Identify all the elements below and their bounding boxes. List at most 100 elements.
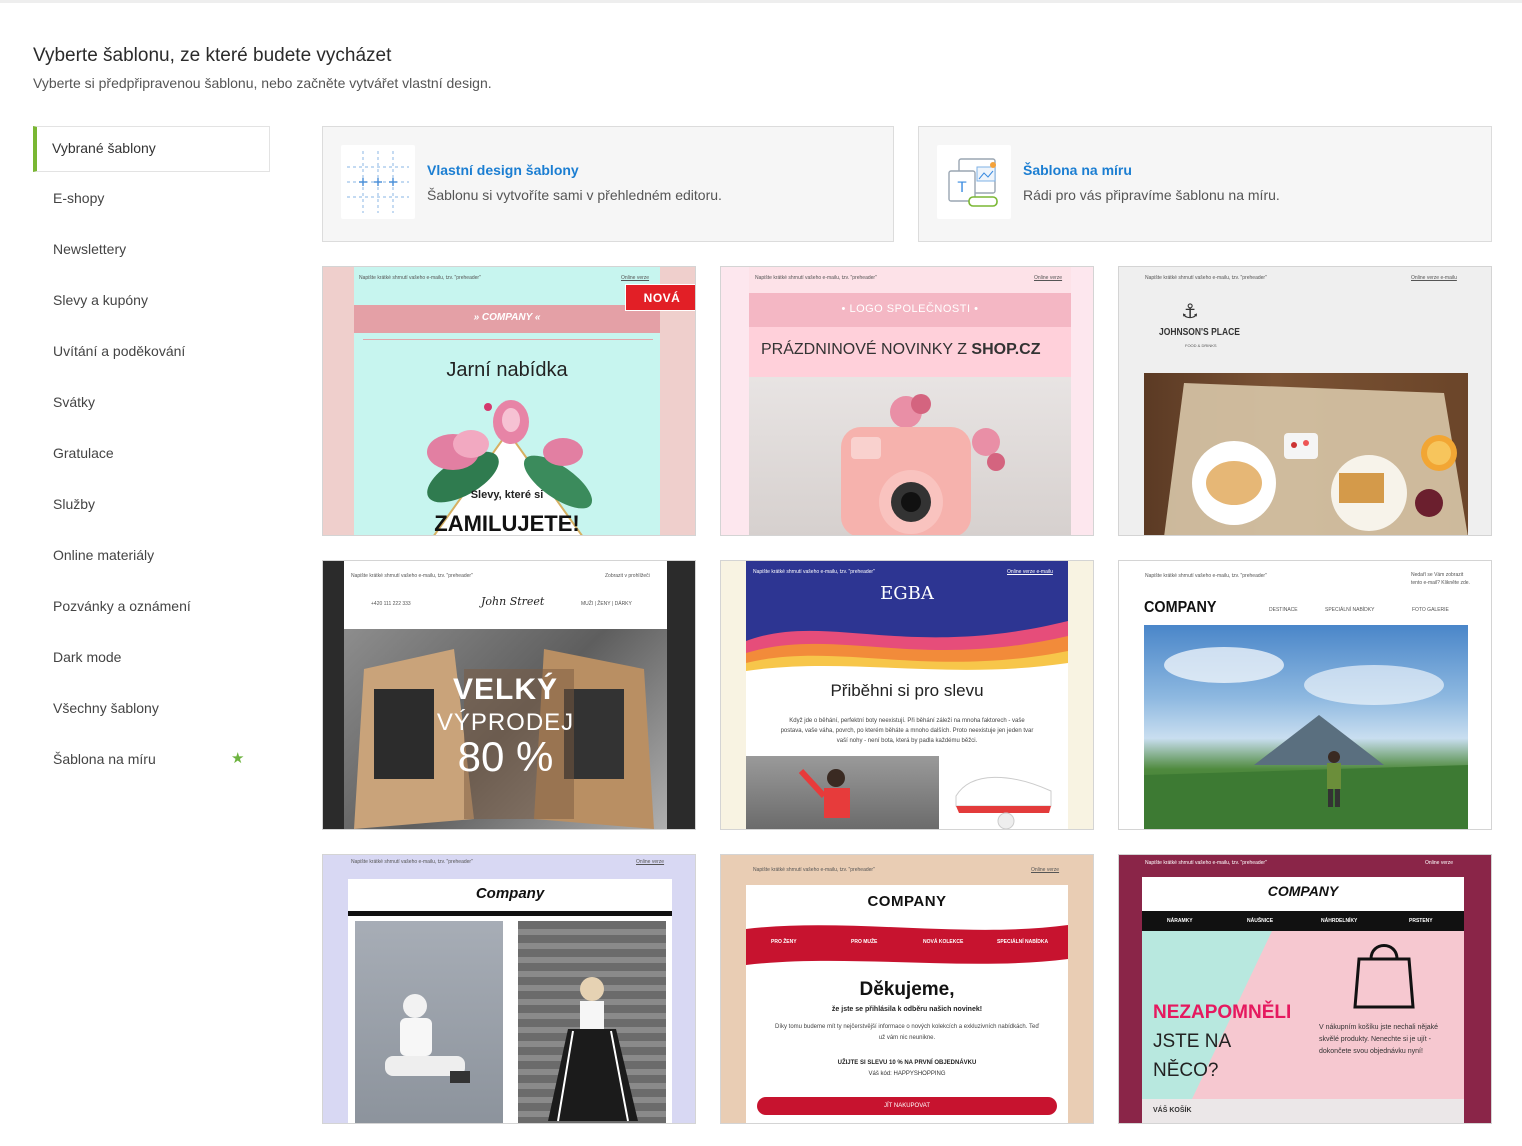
running-shoe-image [955, 776, 1052, 829]
sidebar-item-label: Svátky [53, 394, 96, 410]
cart-label: VÁŠ KOŠÍK [1153, 1107, 1192, 1114]
template-heading-line2: JSTE NA [1153, 1031, 1232, 1052]
template-heading: Přiběhni si pro slevu [830, 681, 984, 700]
nav-item-bracelets: NÁRAMKY [1167, 918, 1193, 924]
sidebar-item-sluzby[interactable]: Služby [33, 480, 270, 531]
preheader-text: Napište krátké shrnutí vašeho e-mailu, t… [755, 275, 877, 281]
sidebar-item-label: Šablona na míru [53, 751, 156, 767]
sidebar-item-label: Služby [53, 496, 96, 512]
page-title: Vyberte šablonu, ze které budete vycháze… [33, 45, 392, 66]
template-summer-news[interactable]: Napište krátké shrnutí vašeho e-mailu, t… [720, 266, 1094, 536]
category-sidebar: Vybrané šablony E-shopy Newslettery Slev… [33, 126, 270, 786]
sidebar-item-sablona-na-miru[interactable]: Šablona na míru ★ [33, 735, 270, 786]
online-version-link: Online verze [621, 275, 650, 281]
online-version-link: Online verze e-mailu [1411, 275, 1457, 281]
sidebar-item-label: Slevy a kupóny [53, 292, 148, 308]
template-logo: » COMPANY « [473, 312, 541, 323]
template-logo-sub: FOOD & DRINKS [1185, 343, 1217, 348]
preheader-text: Napište krátké shrnutí vašeho e-mailu, t… [1145, 275, 1267, 281]
sidebar-item-vsechny-sablony[interactable]: Všechny šablony [33, 684, 270, 735]
shop-now-button: JÍT NAKUPOVAT [757, 1097, 1057, 1115]
template-johnsons-place[interactable]: Napište krátké shrnutí vašeho e-mailu, t… [1118, 266, 1492, 536]
sidebar-item-gratulace[interactable]: Gratulace [33, 429, 270, 480]
template-logo: COMPANY [1267, 883, 1339, 899]
sidebar-item-label: E-shopy [53, 190, 105, 206]
sidebar-item-online-materialy[interactable]: Online materiály [33, 531, 270, 582]
grid-layout-icon [341, 145, 415, 219]
nav-item-rings: PRSTENY [1409, 918, 1433, 924]
template-logo: COMPANY [1144, 599, 1217, 616]
template-company-fashion[interactable]: Napište krátké shrnutí vašeho e-mailu, t… [322, 854, 696, 1124]
template-thank-you[interactable]: Napište krátké shrnutí vašeho e-mailu, t… [720, 854, 1094, 1124]
star-icon: ★ [231, 750, 245, 767]
sidebar-item-svatky[interactable]: Svátky [33, 378, 270, 429]
top-divider [0, 0, 1522, 3]
preheader-text: Napište krátké shrnutí vašeho e-mailu, t… [1145, 860, 1267, 866]
sidebar-item-label: Online materiály [53, 547, 155, 563]
nav-item-new-collection: NOVÁ KOLEKCE [923, 939, 964, 945]
template-body-text: V nákupním košíku jste nechali nějaké sk… [1319, 1024, 1439, 1055]
tailored-template-card[interactable]: T Šablona na míru Rádi pro vás připravím… [918, 126, 1492, 242]
preheader-text: Napište krátké shrnutí vašeho e-mailu, t… [351, 859, 473, 865]
custom-design-title[interactable]: Vlastní design šablony [427, 162, 579, 178]
preheader-text: Napište krátké shrnutí vašeho e-mailu, t… [359, 275, 481, 281]
template-heading: PRÁZDNINOVÉ NOVINKY Z SHOP.CZ [761, 341, 1041, 358]
nav-item-special-offers: SPECIÁLNÍ NABÍDKY [1325, 607, 1375, 613]
new-badge: NOVÁ [625, 284, 695, 311]
custom-design-desc: Šablonu si vytvoříte sami v přehledném e… [427, 187, 722, 203]
cutlery-icon: ⚓ [1181, 301, 1199, 323]
sidebar-item-dark-mode[interactable]: Dark mode [33, 633, 270, 684]
view-email-note: Nedaří se Vám zobrazit tento e-mail? Kli… [1411, 572, 1470, 586]
preheader-text: Napište krátké shrnutí vašeho e-mailu, t… [753, 867, 875, 873]
template-tagline: Slevy, které si [470, 489, 544, 501]
template-builder-icon: T [937, 145, 1011, 219]
template-heading-line1: NEZAPOMNĚLI [1153, 1002, 1292, 1023]
template-big-sale[interactable]: Napište krátké shrnutí vašeho e-mailu, t… [322, 560, 696, 830]
sidebar-item-label: Vybrané šablony [52, 140, 156, 156]
template-logo: • LOGO SPOLEČNOSTI • [841, 303, 979, 315]
template-spring-offer[interactable]: Napište krátké shrnutí vašeho e-mailu, t… [322, 266, 696, 536]
sidebar-item-label: Všechny šablony [53, 700, 159, 716]
nav-item-destinations: DESTINACE [1269, 607, 1298, 613]
template-logo: Company [475, 885, 545, 902]
sidebar-item-vybrane-sablony[interactable]: Vybrané šablony [33, 126, 270, 172]
template-logo: John Street [481, 595, 545, 608]
template-abandoned-cart[interactable]: Napište krátké shrnutí vašeho e-mailu, t… [1118, 854, 1492, 1124]
template-logo: EGBA [880, 583, 934, 604]
browser-view-link: Zobrazit v prohlížeči [605, 573, 650, 579]
online-version-link: Online verze [1425, 860, 1454, 866]
nav-item-earrings: NÁUŠNICE [1247, 918, 1274, 924]
custom-design-card[interactable]: Vlastní design šablony Šablonu si vytvoř… [322, 126, 894, 242]
template-body-text: Když jde o běhání, perfektní boty neexis… [780, 718, 1034, 744]
sidebar-item-label: Gratulace [53, 445, 114, 461]
template-egba-running[interactable]: Napište krátké shrnutí vašeho e-mailu, t… [720, 560, 1094, 830]
sidebar-item-label: Dark mode [53, 649, 122, 665]
template-heading: Jarní nabídka [446, 359, 568, 381]
sidebar-item-pozvanky[interactable]: Pozvánky a oznámení [33, 582, 270, 633]
template-heading-line3: NĚCO? [1153, 1060, 1219, 1081]
sidebar-item-e-shopy[interactable]: E-shopy [33, 174, 270, 225]
template-logo: JOHNSON'S PLACE [1159, 327, 1240, 338]
sale-text-line1: VELKÝ [452, 673, 559, 706]
online-version-link: Online verze [636, 859, 665, 865]
sidebar-item-uvitani[interactable]: Uvítání a poděkování [33, 327, 270, 378]
sidebar-item-label: Newslettery [53, 241, 127, 257]
sidebar-item-newslettery[interactable]: Newslettery [33, 225, 270, 276]
template-big-text: ZAMILUJETE! [434, 511, 580, 536]
shopping-bag-icon [1353, 944, 1415, 1009]
online-version-link: Online verze [1034, 275, 1063, 281]
preheader-text: Napište krátké shrnutí vašeho e-mailu, t… [753, 569, 875, 575]
tailored-template-desc: Rádi pro vás připravíme šablonu na míru. [1023, 187, 1280, 203]
sidebar-item-slevy-a-kupony[interactable]: Slevy a kupóny [33, 276, 270, 327]
template-nav: MUŽI | ŽENY | DÁRKY [581, 601, 632, 607]
sale-percent: 80 % [457, 733, 554, 780]
template-promo: UŽIJTE SI SLEVU 10 % NA PRVNÍ OBJEDNÁVKU [837, 1060, 977, 1066]
page-subtitle: Vyberte si předpřipravenou šablonu, nebo… [33, 75, 492, 91]
tailored-template-title[interactable]: Šablona na míru [1023, 162, 1132, 178]
template-body-text: Díky tomu budeme mít ty nejčerstvější in… [774, 1024, 1040, 1041]
template-logo: COMPANY [867, 893, 947, 910]
template-company-travel[interactable]: Napište krátké shrnutí vašeho e-mailu, t… [1118, 560, 1492, 830]
phone-number: +420 111 222 333 [371, 601, 411, 607]
template-heading: Děkujeme, [859, 979, 955, 1000]
nav-item-men: PRO MUŽE [851, 939, 878, 945]
